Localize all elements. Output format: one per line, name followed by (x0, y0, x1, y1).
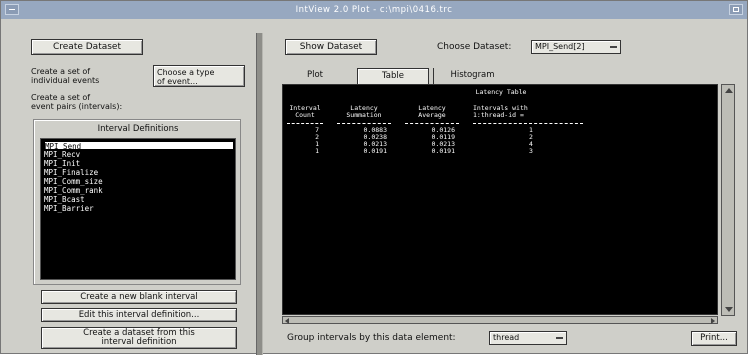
header-latency-summation: Latency Summation (346, 104, 382, 119)
tab-table[interactable]: Table (357, 68, 429, 84)
table-cell: 3 (529, 147, 533, 155)
create-blank-interval-button[interactable]: Create a new blank interval (41, 290, 237, 304)
tab-histogram[interactable]: Histogram (433, 68, 511, 84)
interval-item-mpi-comm-size[interactable]: MPI_Comm_size (44, 177, 103, 186)
interval-definitions-group: Interval Definitions MPI_Send MPI_Recv M… (33, 119, 241, 285)
show-dataset-button[interactable]: Show Dataset (285, 39, 377, 55)
maximize-icon[interactable] (729, 4, 743, 15)
panel-divider[interactable] (256, 33, 263, 355)
event-pairs-text: Create a set of event pairs (intervals): (31, 93, 123, 111)
header-rule (473, 123, 583, 124)
create-dataset-from-definition-button[interactable]: Create a dataset from this interval defi… (41, 327, 237, 349)
header-interval-count: Interval Count (289, 104, 321, 119)
scroll-left-icon[interactable] (285, 318, 289, 324)
window-menu-icon[interactable] (5, 4, 19, 15)
interval-definitions-list[interactable]: MPI_Send MPI_Recv MPI_Init MPI_Finalize … (40, 138, 236, 280)
group-by-value: thread (493, 333, 520, 342)
intview-window: IntView 2.0 Plot - c:\mpi\0416.trc Creat… (0, 0, 748, 355)
interval-item-mpi-send[interactable]: MPI_Send (44, 141, 234, 151)
scroll-up-icon[interactable] (725, 88, 733, 93)
window-title: IntView 2.0 Plot - c:\mpi\0416.trc (295, 5, 453, 15)
horizontal-scrollbar[interactable] (282, 316, 718, 324)
choose-event-type-button[interactable]: Choose a type of event... (153, 65, 245, 87)
dataset-select-value: MPI_Send[2] (535, 42, 585, 51)
group-by-label: Group intervals by this data element: (287, 333, 456, 343)
vertical-scrollbar[interactable] (721, 84, 735, 316)
interval-item-mpi-bcast[interactable]: MPI_Bcast (44, 195, 85, 204)
interval-item-mpi-recv[interactable]: MPI_Recv (44, 150, 80, 159)
latency-table-view: Latency Table Interval Count Latency Sum… (282, 84, 718, 315)
header-intervals-with: Intervals with 1:thread-id = (473, 104, 528, 119)
header-rule (405, 123, 459, 124)
header-rule (337, 123, 391, 124)
dropdown-icon (556, 337, 563, 339)
interval-item-mpi-init[interactable]: MPI_Init (44, 159, 80, 168)
interval-definitions-title: Interval Definitions (97, 124, 179, 134)
table-title: Latency Table (475, 88, 527, 96)
print-button[interactable]: Print... (691, 331, 737, 346)
scroll-down-icon[interactable] (725, 307, 733, 312)
tab-plot[interactable]: Plot (287, 68, 343, 84)
individual-events-text: Create a set of individual events (31, 67, 100, 85)
header-latency-average: Latency Average (418, 104, 446, 119)
dataset-select[interactable]: MPI_Send[2] (531, 40, 621, 54)
scroll-right-icon[interactable] (711, 318, 715, 324)
title-bar: IntView 2.0 Plot - c:\mpi\0416.trc (1, 1, 747, 19)
interval-item-mpi-comm-rank[interactable]: MPI_Comm_rank (44, 186, 103, 195)
group-by-select[interactable]: thread (489, 331, 567, 345)
choose-dataset-label: Choose Dataset: (437, 42, 512, 52)
interval-item-mpi-finalize[interactable]: MPI_Finalize (44, 168, 98, 177)
table-cell: 1 (315, 147, 319, 155)
create-dataset-button[interactable]: Create Dataset (31, 39, 143, 55)
header-rule (287, 123, 323, 124)
edit-interval-button[interactable]: Edit this interval definition... (41, 308, 237, 322)
table-cell: 0.0191 (431, 147, 455, 155)
interval-item-mpi-barrier[interactable]: MPI_Barrier (44, 204, 94, 213)
table-cell: 0.0191 (363, 147, 387, 155)
dropdown-icon (610, 46, 617, 48)
